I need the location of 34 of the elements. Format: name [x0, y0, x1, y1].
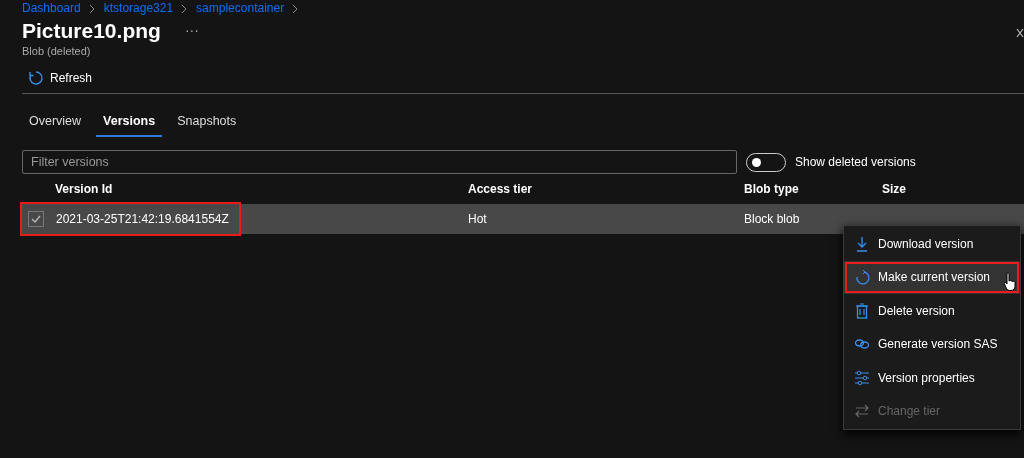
close-icon[interactable] — [1016, 28, 1024, 38]
menu-item[interactable]: Generate version SAS — [844, 327, 1020, 361]
table-row[interactable]: 2021-03-25T21:42:19.6841554Z Hot Block blob — [22, 204, 1024, 235]
hand-cursor-icon — [1003, 272, 1017, 292]
page-subtitle: Blob (deleted) — [22, 44, 92, 60]
more-button[interactable]: ··· — [184, 20, 199, 42]
menu-item[interactable]: Delete version — [844, 294, 1020, 328]
rotate-arrow-icon — [854, 269, 870, 286]
refresh-icon — [28, 70, 44, 87]
row-checkbox[interactable] — [28, 211, 44, 228]
tab[interactable]: Versions — [96, 101, 163, 138]
column-header: Access tier — [468, 181, 534, 199]
breadcrumb-link[interactable]: ktstorage321 — [103, 0, 174, 17]
menu-item[interactable]: Version properties — [844, 361, 1020, 395]
swap-arrows-icon — [854, 403, 870, 420]
tab[interactable]: Snapshots — [170, 101, 244, 138]
breadcrumb-link[interactable]: Dashboard — [22, 0, 81, 17]
breadcrumb-link[interactable]: samplecontainer — [196, 0, 285, 17]
trash-icon — [854, 302, 870, 319]
table-cell-text: 2021-03-25T21:42:19.6841554Z — [55, 211, 230, 229]
checkmark-icon — [31, 215, 41, 224]
column-header: Size — [882, 181, 907, 199]
table-cell-text: Hot — [468, 211, 488, 229]
download-icon — [854, 235, 870, 252]
refresh-button[interactable]: Refresh — [22, 65, 99, 92]
table-cell-text: Block blob — [744, 211, 801, 229]
column-header: Blob type — [744, 181, 800, 199]
page-title: Picture10.png — [22, 18, 161, 44]
menu-item[interactable]: Make current version — [844, 260, 1020, 294]
toggle-label: Show deleted versions — [795, 154, 916, 172]
filter-field[interactable]: Filter versions — [22, 150, 737, 175]
tab[interactable]: Overview — [22, 101, 89, 138]
column-header: Version Id — [54, 181, 114, 199]
sliders-icon — [854, 369, 870, 386]
